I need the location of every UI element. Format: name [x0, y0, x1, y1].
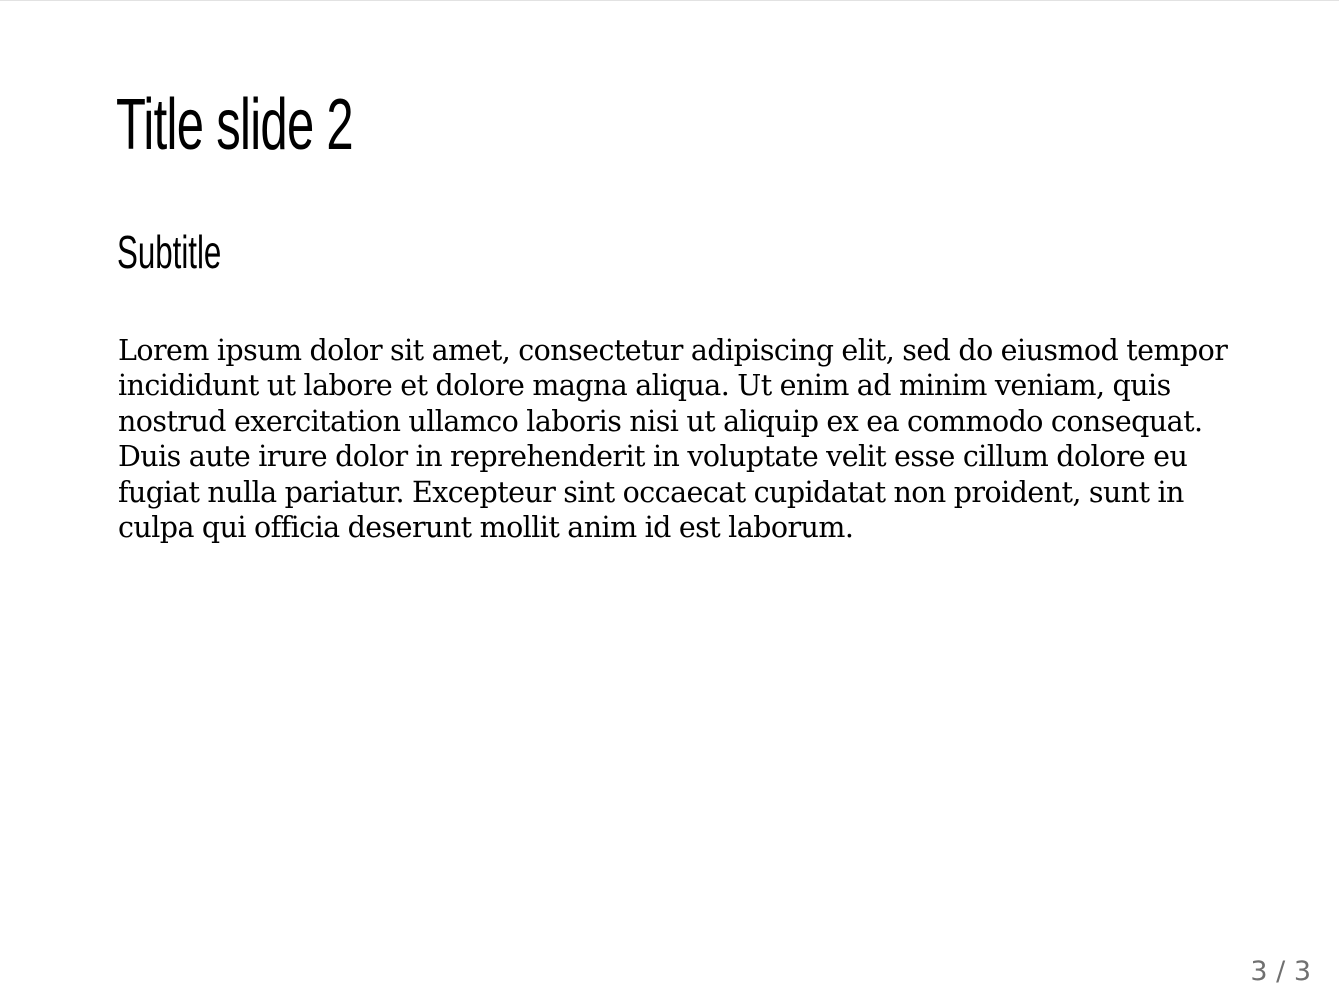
top-divider — [0, 0, 1339, 1]
slide: Title slide 2 Subtitle Lorem ipsum dolor… — [0, 0, 1339, 1008]
slide-title: Title slide 2 — [116, 85, 354, 165]
slide-subtitle: Subtitle — [117, 226, 222, 278]
slide-number: 3 / 3 — [1250, 956, 1311, 987]
slide-body-text: Lorem ipsum dolor sit amet, consectetur … — [118, 334, 1228, 545]
